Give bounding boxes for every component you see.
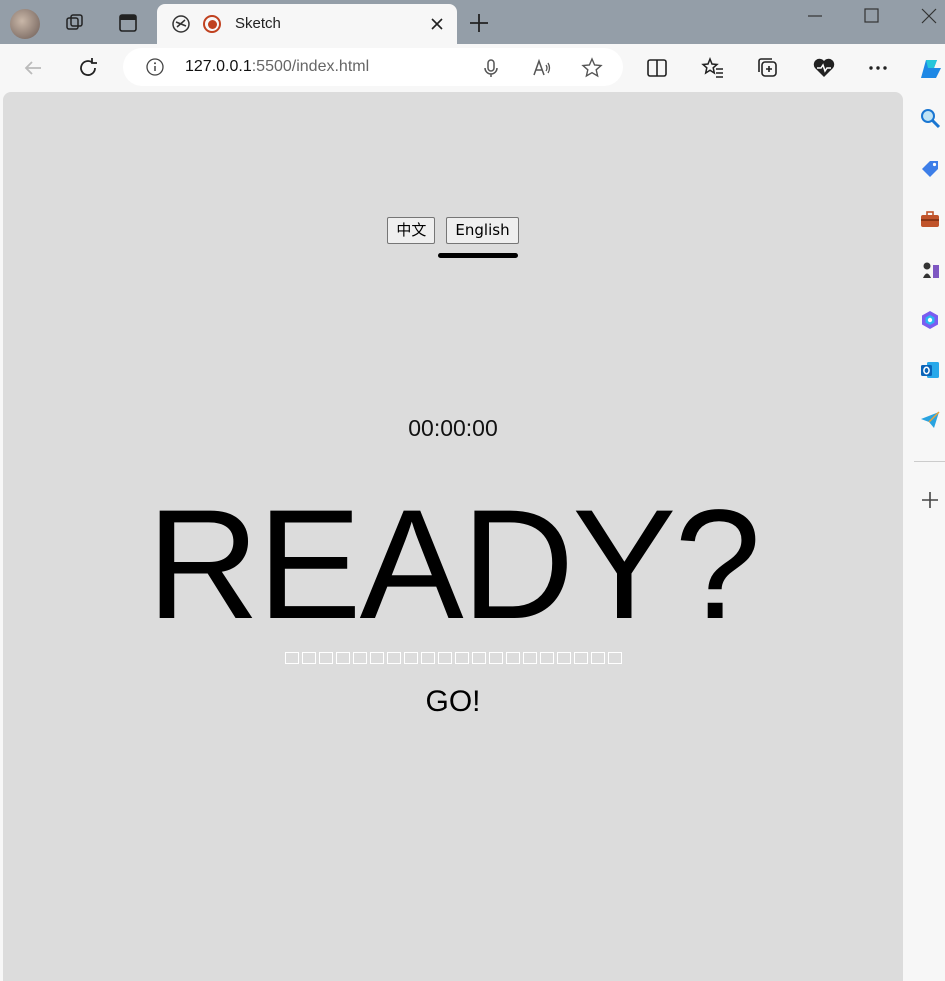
- placeholder-boxes: [3, 652, 903, 664]
- placeholder-box: [301, 652, 316, 664]
- close-tab-icon[interactable]: [427, 14, 447, 34]
- placeholder-box: [284, 652, 299, 664]
- placeholder-box: [573, 652, 588, 664]
- placeholder-box: [505, 652, 520, 664]
- add-sidebar-app-icon[interactable]: [918, 488, 942, 512]
- workspaces-icon[interactable]: [64, 12, 86, 34]
- address-bar[interactable]: 127.0.0.1:5500/index.html: [123, 48, 623, 86]
- placeholder-box: [522, 652, 537, 664]
- lang-button-chinese[interactable]: 中文: [387, 217, 436, 244]
- placeholder-box: [437, 652, 452, 664]
- placeholder-box: [318, 652, 333, 664]
- timer-display: 00:00:00: [408, 415, 498, 441]
- microphone-icon[interactable]: [480, 57, 502, 79]
- ready-headline: READY?: [146, 478, 761, 652]
- outlook-icon[interactable]: [918, 358, 942, 382]
- read-aloud-icon[interactable]: [531, 57, 553, 79]
- url-host: 127.0.0.1: [185, 58, 252, 75]
- placeholder-box: [386, 652, 401, 664]
- more-menu-icon[interactable]: [866, 56, 890, 80]
- url-path: :5500/index.html: [251, 58, 370, 75]
- active-language-indicator: [438, 253, 518, 258]
- tab-actions-icon[interactable]: [117, 12, 139, 34]
- go-button[interactable]: GO!: [3, 685, 903, 719]
- placeholder-box: [607, 652, 622, 664]
- tab-title: Sketch: [235, 15, 281, 32]
- placeholder-box: [403, 652, 418, 664]
- browser-window: Sketch 127.0.0.1:5500/index.html 中文 Engl…: [0, 0, 945, 981]
- maximize-icon[interactable]: [860, 4, 884, 28]
- browser-essentials-icon[interactable]: [812, 56, 836, 80]
- minimize-icon[interactable]: [803, 4, 827, 28]
- microsoft-365-icon[interactable]: [918, 308, 942, 332]
- back-icon[interactable]: [21, 56, 45, 80]
- url-text[interactable]: 127.0.0.1:5500/index.html: [185, 58, 369, 76]
- edge-sidebar: [904, 92, 945, 981]
- favorite-star-icon[interactable]: [581, 57, 603, 79]
- site-info-icon[interactable]: [145, 57, 165, 77]
- favorites-icon[interactable]: [701, 56, 725, 80]
- placeholder-box: [539, 652, 554, 664]
- tab-strip: Sketch: [0, 0, 945, 44]
- search-icon[interactable]: [918, 106, 942, 130]
- page-viewport: 中文 English 00:00:00 READY? GO!: [3, 92, 903, 981]
- new-tab-icon[interactable]: [467, 11, 491, 35]
- sketch-favicon-icon: [171, 14, 191, 34]
- placeholder-box: [590, 652, 605, 664]
- placeholder-box: [454, 652, 469, 664]
- profile-avatar[interactable]: [10, 9, 40, 39]
- placeholder-box: [556, 652, 571, 664]
- language-switcher: 中文 English: [3, 217, 903, 244]
- browser-toolbar: 127.0.0.1:5500/index.html: [0, 44, 945, 92]
- placeholder-box: [420, 652, 435, 664]
- placeholder-box: [335, 652, 350, 664]
- placeholder-box: [352, 652, 367, 664]
- collections-icon[interactable]: [756, 56, 780, 80]
- close-window-icon[interactable]: [917, 4, 941, 28]
- sidebar-divider: [914, 461, 945, 462]
- recording-icon: [203, 15, 221, 33]
- send-telegram-icon[interactable]: [918, 408, 942, 432]
- tab-sketch[interactable]: Sketch: [157, 4, 457, 44]
- games-chess-icon[interactable]: [918, 258, 942, 282]
- shopping-tag-icon[interactable]: [918, 157, 942, 181]
- tools-briefcase-icon[interactable]: [918, 207, 942, 231]
- placeholder-box: [488, 652, 503, 664]
- placeholder-box: [369, 652, 384, 664]
- copilot-icon[interactable]: [915, 54, 945, 84]
- split-screen-icon[interactable]: [645, 56, 669, 80]
- lang-button-english[interactable]: English: [446, 217, 519, 244]
- placeholder-box: [471, 652, 486, 664]
- refresh-icon[interactable]: [76, 56, 100, 80]
